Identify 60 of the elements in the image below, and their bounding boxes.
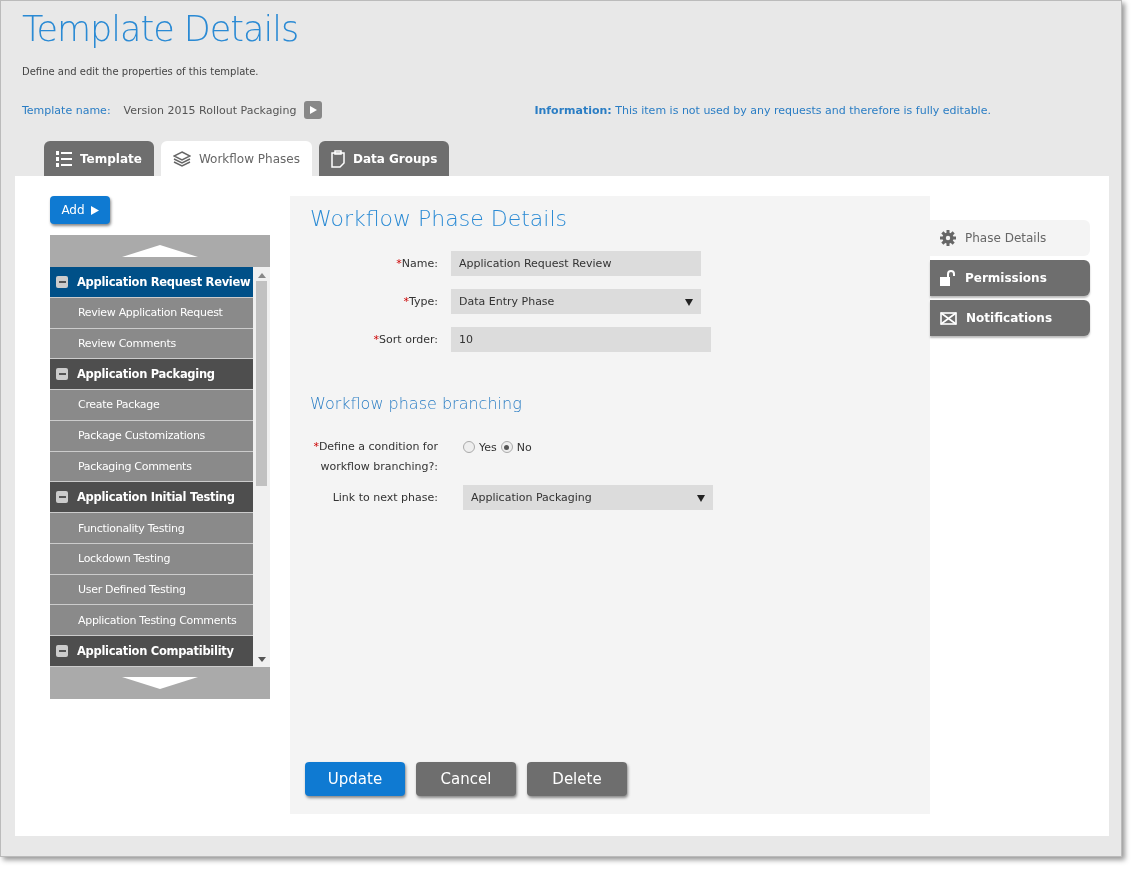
caret-icon xyxy=(697,493,705,502)
tree-group[interactable]: Application Request Review xyxy=(50,267,253,298)
side-tab[interactable]: Phase Details xyxy=(930,220,1090,256)
action-button[interactable]: Delete xyxy=(527,762,627,796)
add-button[interactable]: Add xyxy=(50,196,110,224)
tree-item[interactable]: User Defined Testing xyxy=(50,574,253,606)
type-dropdown[interactable]: Data Entry Phase xyxy=(451,289,701,314)
play-icon xyxy=(90,205,99,215)
field-label: Link to next phase: xyxy=(331,491,438,504)
page-description: Define and edit the properties of this template. xyxy=(22,66,260,77)
template-name: Version 2015 Rollout Packaging xyxy=(123,103,297,117)
tree-group[interactable]: Application Initial Testing xyxy=(50,482,253,514)
next-phase-dropdown[interactable]: Application Packaging xyxy=(463,485,713,510)
tree-item[interactable]: Lockdown Testing xyxy=(50,543,253,575)
field-label: *Name: xyxy=(395,257,438,270)
layers-icon xyxy=(172,150,191,167)
tree-item[interactable]: Packaging Comments xyxy=(50,451,253,483)
text-field[interactable]: 10 xyxy=(451,327,711,352)
caret-icon xyxy=(685,297,693,306)
collapse-icon xyxy=(56,645,68,658)
list-icon xyxy=(56,150,72,167)
tab[interactable]: Workflow Phases xyxy=(160,141,312,176)
field-label: *Define a condition for workflow branching?: xyxy=(312,439,438,475)
section-title: Workflow phase branching xyxy=(310,394,523,413)
tree-item[interactable]: Create Package xyxy=(50,390,253,421)
tab[interactable]: Template xyxy=(44,141,154,176)
tree-item[interactable]: Functionality Testing xyxy=(50,513,253,544)
radio-option[interactable]: Yes xyxy=(463,440,497,454)
collapse-icon xyxy=(56,275,68,288)
page-title: Template Details xyxy=(22,9,300,49)
tab[interactable]: Data Groups xyxy=(318,141,450,176)
tree-group[interactable]: Application Compatibility xyxy=(50,636,253,667)
tree-item[interactable]: Package Customizations xyxy=(50,420,253,452)
field-label: *Type: xyxy=(402,295,438,308)
info-message: Information: This item is not used by any requests and therefore is fully editable. xyxy=(534,103,991,117)
collapse-icon xyxy=(56,491,68,504)
details-title: Workflow Phase Details xyxy=(310,206,568,231)
template-name-label: Template name: xyxy=(22,103,111,117)
tree-item[interactable]: Application Testing Comments xyxy=(50,605,253,637)
tree-item[interactable]: Review Application Request xyxy=(50,297,253,329)
clipboard-icon xyxy=(330,149,345,168)
radio-option[interactable]: No xyxy=(500,440,532,454)
envelope-icon xyxy=(940,311,957,325)
action-button[interactable]: Update xyxy=(305,762,405,796)
unlocked-padlock-icon xyxy=(940,270,956,286)
scroll-down-icon[interactable] xyxy=(257,657,266,662)
expand-button[interactable] xyxy=(304,101,323,119)
text-field[interactable]: Application Request Review xyxy=(451,251,701,276)
up-arrow-icon xyxy=(122,245,198,257)
tree-item[interactable]: Review Comments xyxy=(50,328,253,360)
side-tab[interactable]: Notifications xyxy=(930,300,1090,336)
collapse-icon xyxy=(56,368,68,381)
tree-group[interactable]: Application Packaging xyxy=(50,359,253,391)
side-tab[interactable]: Permissions xyxy=(930,260,1090,296)
action-button[interactable]: Cancel xyxy=(416,762,516,796)
play-icon xyxy=(309,106,317,114)
field-label: *Sort order: xyxy=(372,333,438,346)
gear-icon xyxy=(940,230,956,246)
down-arrow-icon xyxy=(122,677,198,689)
scroll-up-icon[interactable] xyxy=(257,273,266,278)
